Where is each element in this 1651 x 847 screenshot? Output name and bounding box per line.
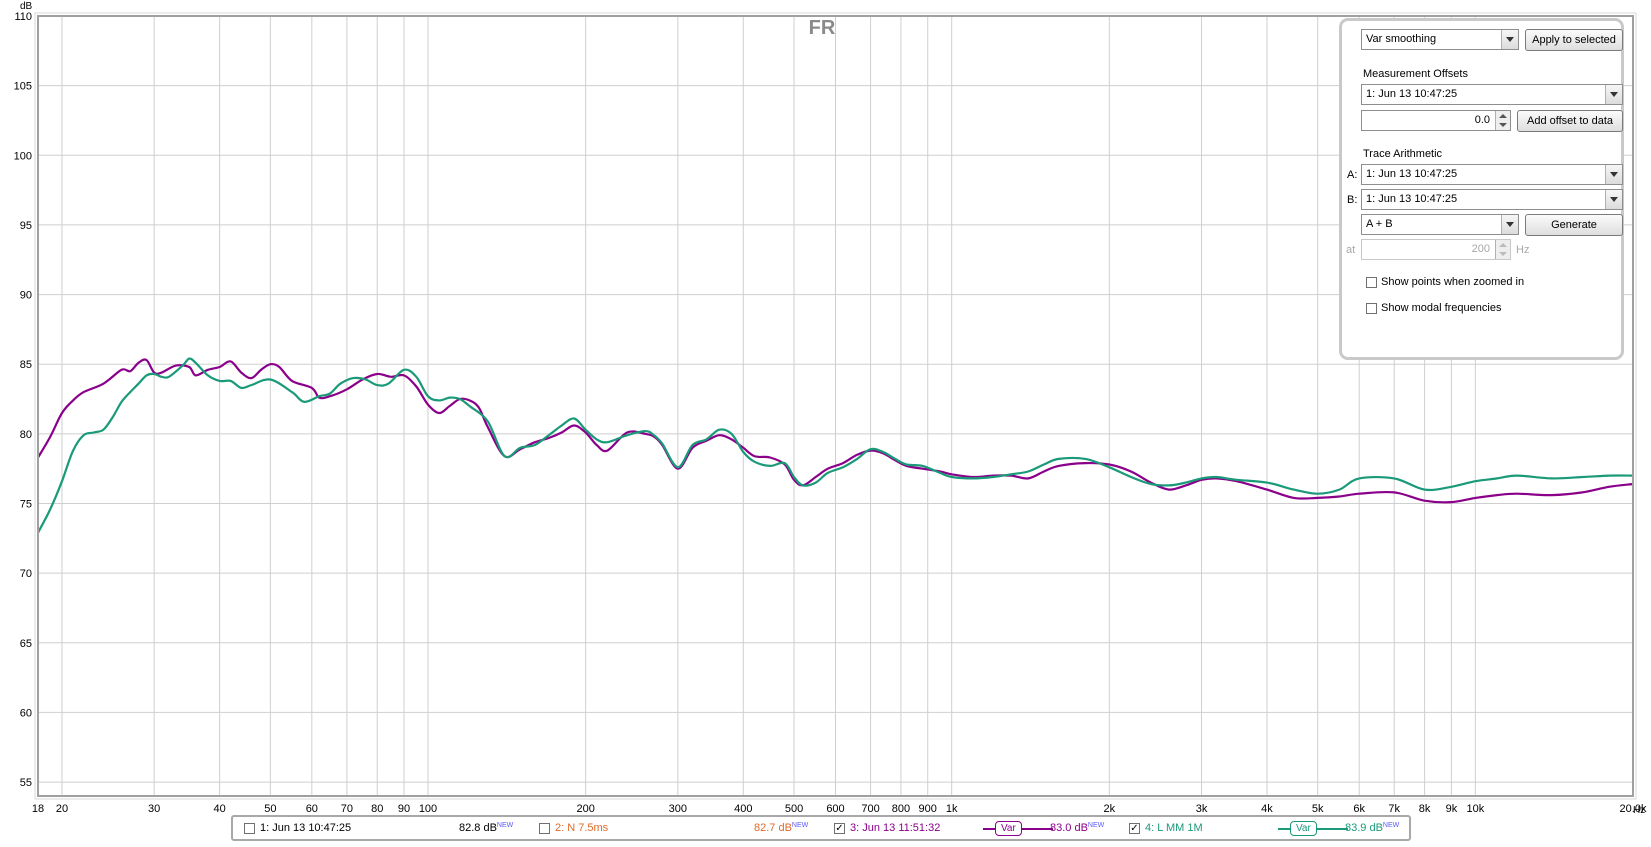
- generate-button[interactable]: Generate: [1525, 214, 1623, 236]
- y-tick-label: 105: [14, 81, 32, 93]
- trace-b-select[interactable]: 1: Jun 13 10:47:25: [1361, 189, 1623, 210]
- x-tick-label: 3k: [1196, 803, 1208, 815]
- x-tick-label: 900: [919, 803, 937, 815]
- at-frequency-input[interactable]: 200: [1361, 239, 1511, 260]
- at-frequency-value: 200: [1471, 243, 1490, 255]
- y-axis-unit: dB: [20, 1, 33, 12]
- offsets-header: Measurement Offsets: [1363, 68, 1468, 80]
- x-tick-label: 30: [148, 803, 160, 815]
- operation-value: A + B: [1366, 218, 1393, 230]
- x-tick-label: 50: [264, 803, 276, 815]
- chart-title: FR: [809, 17, 836, 39]
- legend-smoothing-badge-3[interactable]: Var: [995, 821, 1022, 836]
- x-tick-label: 7k: [1388, 803, 1400, 815]
- x-tick-label: 60: [306, 803, 318, 815]
- y-tick-label: 65: [20, 638, 32, 650]
- x-tick-label: 80: [371, 803, 383, 815]
- operation-select[interactable]: A + B: [1361, 214, 1519, 235]
- x-tick-label: 800: [892, 803, 910, 815]
- legend-smoothing-badge-4[interactable]: Var: [1290, 821, 1317, 836]
- trace-b-value: 1: Jun 13 10:47:25: [1366, 193, 1458, 205]
- legend-label-4[interactable]: 4: L MM 1M: [1145, 822, 1203, 834]
- control-panel: Var smoothing Apply to selected Measurem…: [1339, 18, 1624, 360]
- x-axis-unit: Hz: [1633, 805, 1645, 816]
- trace-a-select[interactable]: 1: Jun 13 10:47:25: [1361, 164, 1623, 185]
- offset-measurement-select[interactable]: 1: Jun 13 10:47:25: [1361, 84, 1623, 105]
- legend-checkbox-2[interactable]: [539, 823, 550, 834]
- x-tick-label: 70: [341, 803, 353, 815]
- chevron-down-icon: [1605, 85, 1622, 104]
- y-tick-label: 60: [20, 707, 32, 719]
- smoothing-select[interactable]: Var smoothing: [1361, 29, 1519, 50]
- offset-value: 0.0: [1474, 114, 1490, 126]
- legend-checkbox-3[interactable]: ✓: [834, 823, 845, 834]
- x-tick-label: 2k: [1104, 803, 1116, 815]
- x-tick-label: 400: [734, 803, 752, 815]
- chevron-down-icon: [1605, 165, 1622, 184]
- x-tick-label: 10k: [1466, 803, 1484, 815]
- measurement-legend: 1: Jun 13 10:47:25 82.8 dBNEW 2: N 7.5ms…: [231, 815, 1411, 841]
- show-modal-label: Show modal frequencies: [1381, 302, 1502, 314]
- x-tick-label: 5k: [1312, 803, 1324, 815]
- legend-level-1: 82.8 dBNEW: [459, 822, 514, 834]
- offset-measurement-value: 1: Jun 13 10:47:25: [1366, 88, 1458, 100]
- x-tick-label: 8k: [1419, 803, 1431, 815]
- y-tick-label: 75: [20, 499, 32, 511]
- legend-checkbox-4[interactable]: ✓: [1129, 823, 1140, 834]
- x-tick-label: 300: [669, 803, 687, 815]
- y-tick-label: 55: [20, 777, 32, 789]
- legend-level-2: 82.7 dBNEW: [754, 822, 809, 834]
- stepper-icon[interactable]: [1495, 240, 1510, 259]
- x-tick-label: 20: [56, 803, 68, 815]
- x-tick-label: 100: [419, 803, 437, 815]
- smoothing-value: Var smoothing: [1366, 33, 1437, 45]
- a-label: A:: [1347, 169, 1358, 181]
- legend-label-2[interactable]: 2: N 7.5ms: [555, 822, 608, 834]
- y-tick-label: 100: [14, 150, 32, 162]
- y-tick-label: 110: [14, 11, 32, 23]
- x-tick-label: 40: [213, 803, 225, 815]
- apply-to-selected-button[interactable]: Apply to selected: [1525, 29, 1623, 51]
- y-tick-label: 80: [20, 429, 32, 441]
- x-tick-label: 6k: [1353, 803, 1365, 815]
- arithmetic-header: Trace Arithmetic: [1363, 148, 1443, 160]
- show-points-label: Show points when zoomed in: [1381, 276, 1525, 288]
- add-offset-button[interactable]: Add offset to data: [1517, 110, 1623, 132]
- legend-label-1[interactable]: 1: Jun 13 10:47:25: [260, 822, 351, 834]
- at-unit: Hz: [1516, 244, 1530, 256]
- x-tick-label: 18: [32, 803, 44, 815]
- x-tick-label: 4k: [1261, 803, 1273, 815]
- x-tick-label: 200: [576, 803, 594, 815]
- legend-label-3[interactable]: 3: Jun 13 11:51:32: [850, 822, 940, 834]
- legend-level-4: 83.9 dBNEW: [1345, 822, 1400, 834]
- y-tick-label: 85: [20, 359, 32, 371]
- x-tick-label: 1k: [946, 803, 958, 815]
- b-label: B:: [1347, 194, 1358, 206]
- y-tick-label: 95: [20, 220, 32, 232]
- y-tick-label: 70: [20, 568, 32, 580]
- legend-level-3: 83.0 dBNEW: [1050, 822, 1105, 834]
- show-points-checkbox[interactable]: [1366, 277, 1377, 288]
- trace-a-value: 1: Jun 13 10:47:25: [1366, 168, 1458, 180]
- show-modal-checkbox[interactable]: [1366, 303, 1377, 314]
- chevron-down-icon: [1501, 30, 1518, 49]
- x-tick-label: 500: [785, 803, 803, 815]
- x-tick-label: 600: [826, 803, 844, 815]
- at-label: at: [1346, 244, 1356, 256]
- stepper-icon[interactable]: [1495, 111, 1510, 130]
- offset-value-input[interactable]: 0.0: [1361, 110, 1511, 131]
- x-tick-label: 700: [861, 803, 879, 815]
- x-tick-label: 90: [398, 803, 410, 815]
- x-tick-label: 9k: [1446, 803, 1458, 815]
- legend-checkbox-1[interactable]: [244, 823, 255, 834]
- chevron-down-icon: [1501, 215, 1518, 234]
- y-tick-label: 90: [20, 290, 32, 302]
- chevron-down-icon: [1605, 190, 1622, 209]
